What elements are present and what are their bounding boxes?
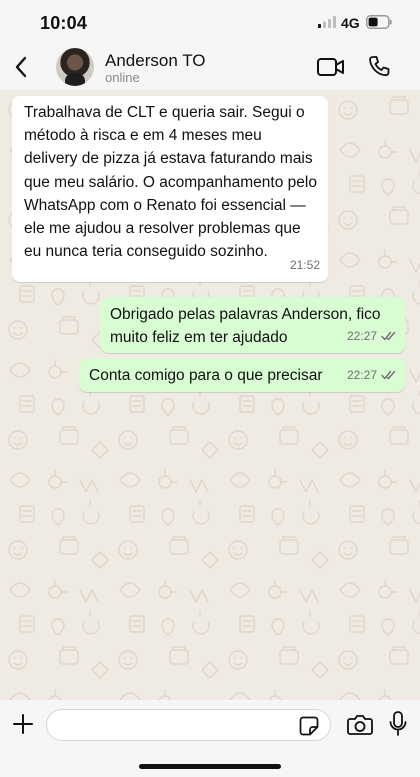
contact-status: online xyxy=(105,70,140,85)
message-incoming[interactable]: Trabalhava de CLT e queria sair. Segui o… xyxy=(12,96,328,282)
message-outgoing[interactable]: Obrigado pelas palavras Anderson, fico m… xyxy=(100,297,405,353)
message-outgoing[interactable]: Conta comigo para o que precisar 22:27 xyxy=(79,358,405,392)
phone-icon[interactable] xyxy=(368,55,390,77)
message-meta: 21:52 xyxy=(290,254,320,277)
status-bar: 10:04 4G xyxy=(0,0,420,44)
input-bar xyxy=(0,700,420,777)
camera-icon[interactable] xyxy=(347,714,373,736)
video-camera-icon[interactable] xyxy=(317,57,345,77)
message-meta: 22:27 xyxy=(347,325,397,348)
contact-name[interactable]: Anderson TO xyxy=(105,51,206,71)
message-time: 22:27 xyxy=(346,367,377,382)
battery-icon xyxy=(366,15,392,29)
read-ticks-icon xyxy=(381,371,396,380)
contact-avatar[interactable] xyxy=(56,48,94,86)
status-time: 10:04 xyxy=(40,13,88,33)
plus-icon[interactable] xyxy=(12,713,34,735)
message-time: 22:27 xyxy=(346,328,377,343)
message-text: Trabalhava de CLT e queria sair. Segui o… xyxy=(24,104,317,261)
message-time: 21:52 xyxy=(289,257,320,272)
message-meta: 22:27 xyxy=(347,364,397,387)
read-ticks-icon xyxy=(381,332,396,341)
sticker-icon[interactable] xyxy=(299,716,319,736)
home-indicator xyxy=(139,764,281,769)
back-chevron-icon[interactable] xyxy=(10,54,34,80)
network-label: 4G xyxy=(341,15,360,31)
chat-header: Anderson TO online xyxy=(0,44,420,90)
message-input[interactable] xyxy=(46,709,331,741)
signal-icon xyxy=(318,16,336,28)
microphone-icon[interactable] xyxy=(389,711,407,737)
chat-area[interactable]: Trabalhava de CLT e queria sair. Segui o… xyxy=(0,90,420,700)
